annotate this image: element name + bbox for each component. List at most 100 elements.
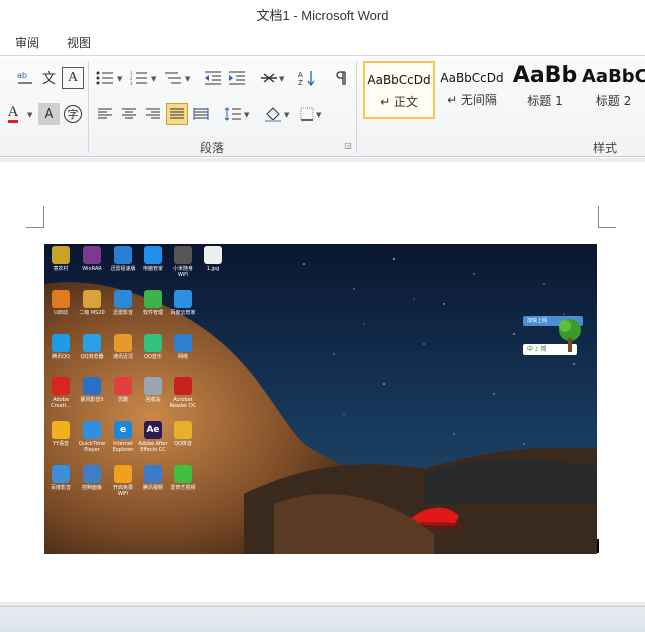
desktop-icon[interactable]: QQ浏览器 xyxy=(77,334,107,360)
justify-button[interactable] xyxy=(166,103,188,125)
desktop-icon[interactable]: 回收站 xyxy=(138,377,168,403)
desktop-icon[interactable]: 爱奇艺视频 xyxy=(168,465,198,491)
decrease-indent-button[interactable] xyxy=(202,67,224,89)
desktop-icon[interactable]: QuickTime Player xyxy=(77,421,107,453)
desktop-icon[interactable]: YY语音 xyxy=(46,421,76,447)
desktop-icon[interactable]: U启动 xyxy=(46,290,76,316)
style-name: ↵ 正文 xyxy=(380,95,418,109)
style-name: 标题 2 xyxy=(595,94,632,108)
style-normal[interactable]: AaBbCcDd ↵ 正文 xyxy=(363,61,435,119)
menu-review[interactable]: 审阅 xyxy=(15,34,39,51)
app-icon xyxy=(52,377,70,395)
style-sample: AaBb xyxy=(512,63,578,88)
ime-label: 中 ♪ 简 xyxy=(527,346,547,353)
desktop-icon[interactable]: 控制面板 xyxy=(77,465,107,491)
paint-bucket-icon xyxy=(265,107,281,122)
svg-text:ab: ab xyxy=(17,71,27,80)
desktop-icon[interactable]: 迅雷影音 xyxy=(108,290,138,316)
enclose-char-button[interactable]: 字 xyxy=(62,103,84,125)
inserted-picture[interactable]: 意农村 WinRAR 迅雷极速版 电脑管家 小米随身WiFi 1.jpg U启动 二级 MS2… xyxy=(44,244,597,554)
paragraph-mark-icon xyxy=(336,71,346,85)
align-center-button[interactable] xyxy=(118,103,140,125)
style-name: ↵ 无间隔 xyxy=(447,93,497,107)
app-icon xyxy=(204,246,222,264)
distributed-button[interactable] xyxy=(190,103,212,125)
desktop-icon-label: 1.jpg xyxy=(206,266,220,272)
desktop-icon[interactable]: e Internet Explorer xyxy=(108,421,138,453)
font-color-button[interactable]: A xyxy=(2,103,24,125)
desktop-icon[interactable]: 腾讯视频 xyxy=(138,465,168,491)
line-spacing-button[interactable] xyxy=(222,103,244,125)
desktop-icon[interactable]: 1.jpg xyxy=(198,246,228,272)
desktop-icon[interactable]: 迅雷极速版 xyxy=(108,246,138,272)
char-shading-button[interactable]: A xyxy=(38,103,60,125)
line-spacing-dropdown-icon[interactable]: ▼ xyxy=(244,111,249,119)
desktop-icon[interactable]: Adobe Creati... xyxy=(46,377,76,409)
chinese-layout-dropdown-icon[interactable]: ▼ xyxy=(279,75,284,83)
desktop-icon[interactable]: Acrobat Reader DC xyxy=(168,377,198,409)
char-border-button[interactable]: A xyxy=(62,67,84,89)
desktop-icon[interactable]: 网络 xyxy=(168,334,198,360)
show-marks-button[interactable] xyxy=(330,67,352,89)
increase-indent-button[interactable] xyxy=(226,67,248,89)
wen-convert-button[interactable]: 文 xyxy=(38,67,60,89)
app-icon xyxy=(174,465,192,483)
desktop-icon[interactable]: QQ拼音 xyxy=(168,421,198,447)
desktop-icon[interactable]: WinRAR xyxy=(77,246,107,272)
multilevel-dropdown-icon[interactable]: ▼ xyxy=(185,75,190,83)
desktop-icon[interactable]: Ae Adobe After Effects CC xyxy=(138,421,168,453)
desktop-icon[interactable]: 优酷 xyxy=(108,377,138,403)
style-sample: AaBbCcDd xyxy=(367,73,431,87)
shading-dropdown-icon[interactable]: ▼ xyxy=(284,111,289,119)
app-icon xyxy=(83,246,101,264)
group-separator xyxy=(88,61,89,153)
desktop-icon[interactable]: 百度云管家 xyxy=(168,290,198,316)
desktop-icon[interactable]: 电脑管家 xyxy=(138,246,168,272)
sort-button[interactable]: AZ xyxy=(296,67,318,89)
chinese-layout-button[interactable] xyxy=(258,67,280,89)
shading-button[interactable] xyxy=(262,103,284,125)
char-shading-label: A xyxy=(44,106,54,122)
desktop-icon[interactable]: 意农村 xyxy=(46,246,76,272)
align-right-button[interactable] xyxy=(142,103,164,125)
chinese-layout-icon xyxy=(261,73,277,83)
desktop-icon[interactable]: 百度影音 xyxy=(46,465,76,491)
enclose-char-label: 字 xyxy=(64,105,82,123)
borders-dropdown-icon[interactable]: ▼ xyxy=(316,111,321,119)
desktop-icon-label: 网络 xyxy=(177,354,188,360)
menu-view[interactable]: 视图 xyxy=(67,34,91,51)
desktop-icon-label: 迅雷极速版 xyxy=(110,266,136,272)
bullets-button[interactable] xyxy=(94,67,116,89)
align-left-button[interactable] xyxy=(94,103,116,125)
numbering-dropdown-icon[interactable]: ▼ xyxy=(151,75,156,83)
desktop-icon-label: 意农村 xyxy=(53,266,69,272)
app-icon xyxy=(52,465,70,483)
multilevel-list-button[interactable] xyxy=(162,67,184,89)
bullets-icon xyxy=(96,71,113,85)
menu-bar: 审阅 视图 xyxy=(0,28,645,56)
desktop-icon[interactable]: QQ音乐 xyxy=(138,334,168,360)
numbering-button[interactable]: 123 xyxy=(128,67,150,89)
desktop-icon[interactable]: 小米随身WiFi xyxy=(168,246,198,278)
style-no-spacing[interactable]: AaBbCcDd ↵ 无间隔 xyxy=(436,61,508,119)
desktop-icon[interactable]: 腾讯QQ xyxy=(46,334,76,360)
desktop-icon[interactable]: 软件管理 xyxy=(138,290,168,316)
phonetic-guide-button[interactable]: ab xyxy=(14,67,36,89)
borders-button[interactable] xyxy=(296,103,318,125)
document-page[interactable]: 意农村 WinRAR 迅雷极速版 电脑管家 小米随身WiFi 1.jpg U启动 二级 MS2… xyxy=(0,162,645,602)
svg-text:Z: Z xyxy=(298,79,303,86)
desktop-icon-label: Internet Explorer xyxy=(112,441,134,453)
desktop-icon[interactable]: 通讯近况 xyxy=(108,334,138,360)
desktop-icon[interactable]: 二级 MS20 xyxy=(77,290,107,316)
paragraph-launcher-icon[interactable]: ◲ xyxy=(343,141,353,151)
bullets-dropdown-icon[interactable]: ▼ xyxy=(117,75,122,83)
document-area: 意农村 WinRAR 迅雷极速版 电脑管家 小米随身WiFi 1.jpg U启动 二级 MS2… xyxy=(0,158,645,606)
desktop-icon-label: 爱奇艺视频 xyxy=(170,485,196,491)
font-color-dropdown-icon[interactable]: ▼ xyxy=(27,111,32,119)
desktop-icon[interactable]: 暴风影音5 xyxy=(77,377,107,403)
app-icon xyxy=(144,334,162,352)
style-heading-1[interactable]: AaBb 标题 1 xyxy=(509,61,581,119)
desktop-icon[interactable]: 开启免费 WiFi xyxy=(108,465,138,497)
multilevel-list-icon xyxy=(165,72,181,84)
style-heading-2[interactable]: AaBbC 标题 2 xyxy=(582,61,645,119)
